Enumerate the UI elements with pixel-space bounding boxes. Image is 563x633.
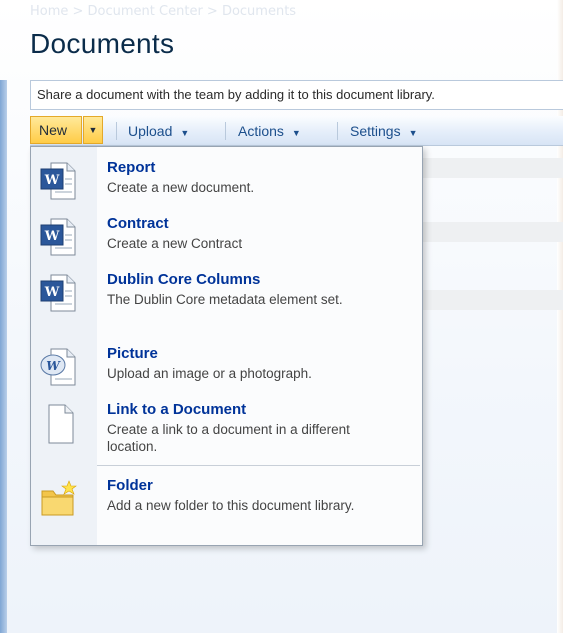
svg-text:W: W — [44, 173, 60, 188]
menu-divider — [97, 465, 420, 466]
menu-item-description: Create a link to a document in a differe… — [107, 422, 350, 454]
chevron-down-icon: ▼ — [88, 125, 98, 135]
blank-page-icon — [39, 401, 79, 445]
upload-menu-button[interactable]: Upload ▼ — [128, 119, 189, 143]
word-picture-document-icon: W — [39, 345, 79, 389]
library-toolbar: New ▼ Upload ▼ Actions ▼ Settings ▼ — [30, 116, 563, 146]
menu-item-link-to-a-document[interactable]: Link to a Document Create a link to a do… — [31, 397, 422, 465]
menu-item-title: Report — [107, 159, 156, 176]
breadcrumb[interactable]: Home > Document Center > Documents — [30, 4, 296, 19]
page-title: Documents — [30, 28, 175, 59]
chevron-down-icon: ▼ — [408, 128, 418, 138]
menu-item-title: Link to a Document — [107, 401, 247, 418]
settings-label: Settings — [350, 123, 401, 139]
word-document-icon: W — [39, 271, 79, 315]
new-dropdown-menu: W Report Create a new document. W Contra… — [30, 146, 423, 546]
menu-item-dublin-core-columns[interactable]: W Dublin Core Columns The Dublin Core me… — [31, 267, 422, 339]
actions-menu-button[interactable]: Actions ▼ — [238, 119, 301, 143]
svg-text:W: W — [46, 359, 61, 373]
menu-item-title: Folder — [107, 477, 153, 494]
chevron-down-icon: ▼ — [291, 128, 301, 138]
menu-item-title: Dublin Core Columns — [107, 271, 261, 288]
menu-item-description: Upload an image or a photograph. — [107, 366, 312, 381]
word-document-icon: W — [39, 215, 79, 259]
menu-item-report[interactable]: W Report Create a new document. — [31, 155, 422, 209]
new-dropdown-button[interactable]: ▼ — [83, 116, 103, 144]
settings-menu-button[interactable]: Settings ▼ — [350, 119, 418, 143]
chevron-down-icon: ▼ — [180, 128, 190, 138]
library-description: Share a document with the team by adding… — [30, 80, 563, 110]
menu-item-description: Create a new document. — [107, 180, 255, 195]
list-row-background — [420, 290, 563, 310]
svg-text:W: W — [44, 229, 60, 244]
actions-label: Actions — [238, 123, 284, 139]
menu-item-folder[interactable]: Folder Add a new folder to this document… — [31, 473, 422, 539]
toolbar-separator — [225, 122, 226, 140]
word-document-icon: W — [39, 159, 79, 203]
left-navigation-rail — [0, 80, 7, 633]
menu-item-title: Contract — [107, 215, 169, 232]
menu-item-title: Picture — [107, 345, 158, 362]
menu-item-description: Create a new Contract — [107, 236, 243, 251]
toolbar-separator — [116, 122, 117, 140]
list-row-background — [420, 222, 563, 242]
menu-item-description: The Dublin Core metadata element set. — [107, 292, 343, 307]
upload-label: Upload — [128, 123, 173, 139]
new-button[interactable]: New — [30, 116, 82, 144]
menu-item-picture[interactable]: W Picture Upload an image or a photograp… — [31, 341, 422, 395]
svg-text:W: W — [44, 285, 60, 300]
menu-item-description: Add a new folder to this document librar… — [107, 498, 355, 513]
new-folder-icon — [39, 477, 79, 521]
toolbar-separator — [337, 122, 338, 140]
list-row-background — [420, 158, 563, 178]
menu-item-contract[interactable]: W Contract Create a new Contract — [31, 211, 422, 265]
